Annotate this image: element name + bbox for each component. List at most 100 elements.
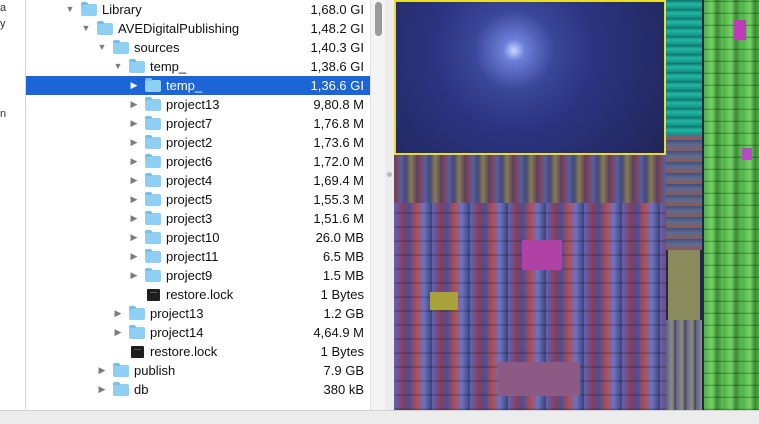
folder-icon (145, 211, 161, 225)
left-text-fragment: n (0, 108, 7, 120)
tree-row-avedigitalpublishing[interactable]: ▼ AVEDigitalPublishing 1,48.2 GI (26, 19, 370, 38)
folder-icon (145, 97, 161, 111)
tree-row-project13-outer[interactable]: ▶ project13 1.2 GB (26, 304, 370, 323)
folder-icon (129, 325, 145, 339)
tree-row-sources[interactable]: ▼ sources 1,40.3 GI (26, 38, 370, 57)
treemap-tile[interactable] (522, 240, 562, 270)
tree-row-restore-lock[interactable]: restore.lock 1 Bytes (26, 285, 370, 304)
disclosure-collapsed-icon[interactable]: ▶ (129, 247, 139, 266)
tree-scrollbar[interactable] (370, 0, 385, 410)
tree-row-project2[interactable]: ▶ project2 1,73.6 M (26, 133, 370, 152)
tree-row-project11[interactable]: ▶ project11 6.5 MB (26, 247, 370, 266)
tree-row-restore-lock-outer[interactable]: restore.lock 1 Bytes (26, 342, 370, 361)
disclosure-collapsed-icon[interactable]: ▶ (129, 152, 139, 171)
disclosure-collapsed-icon[interactable]: ▶ (129, 266, 139, 285)
row-size: 1,48.2 GI (310, 21, 364, 36)
treemap-tile[interactable] (394, 155, 666, 203)
row-name: project7 (166, 116, 213, 131)
left-panel-edge: a y n (0, 0, 26, 410)
tree-row-db[interactable]: ▶ db 380 kB (26, 380, 370, 399)
row-name: project4 (166, 173, 213, 188)
tree-row-temp[interactable]: ▼ temp_ 1,38.6 GI (26, 57, 370, 76)
treemap-selected-tile[interactable] (394, 0, 666, 155)
row-name: project13 (150, 306, 204, 321)
folder-icon (145, 230, 161, 244)
tree-row-project6[interactable]: ▶ project6 1,72.0 M (26, 152, 370, 171)
folder-icon (145, 249, 161, 263)
divider-handle-icon[interactable] (387, 172, 392, 177)
disclosure-collapsed-icon[interactable]: ▶ (113, 304, 123, 323)
tree-row-project13[interactable]: ▶ project13 9,80.8 M (26, 95, 370, 114)
tree-row-project4[interactable]: ▶ project4 1,69.4 M (26, 171, 370, 190)
disclosure-collapsed-icon[interactable]: ▶ (113, 323, 123, 342)
disclosure-expanded-icon[interactable]: ▼ (65, 0, 75, 19)
disclosure-collapsed-icon[interactable]: ▶ (129, 190, 139, 209)
disclosure-collapsed-icon[interactable]: ▶ (97, 361, 107, 380)
tree-row-library[interactable]: ▼ Library 1,68.0 GI (26, 0, 370, 19)
tree-row-project3[interactable]: ▶ project3 1,51.6 M (26, 209, 370, 228)
folder-icon (129, 306, 145, 320)
treemap-tile[interactable] (666, 0, 702, 135)
split-view-divider[interactable] (385, 0, 394, 410)
tree-row-publish[interactable]: ▶ publish 7.9 GB (26, 361, 370, 380)
disclosure-collapsed-icon[interactable]: ▶ (129, 95, 139, 114)
folder-icon (145, 173, 161, 187)
disclosure-collapsed-icon[interactable]: ▶ (129, 133, 139, 152)
folder-icon (113, 363, 129, 377)
tree-row-project5[interactable]: ▶ project5 1,55.3 M (26, 190, 370, 209)
treemap-view[interactable] (394, 0, 759, 410)
row-size: 1,38.6 GI (310, 59, 364, 74)
left-text-fragment: a (0, 2, 7, 14)
file-tree[interactable]: ▼ Library 1,68.0 GI ▼ AVEDigitalPublishi… (26, 0, 370, 410)
row-name: project11 (166, 249, 219, 264)
disclosure-expanded-icon[interactable]: ▼ (113, 57, 123, 76)
disclosure-collapsed-icon[interactable]: ▶ (129, 171, 139, 190)
disclosure-collapsed-icon[interactable]: ▶ (129, 114, 139, 133)
treemap-tile[interactable] (666, 135, 702, 250)
treemap-tile[interactable] (668, 250, 700, 320)
row-size: 26.0 MB (315, 230, 364, 245)
tree-row-project14[interactable]: ▶ project14 4,64.9 M (26, 323, 370, 342)
row-size: 1,68.0 GI (310, 2, 364, 17)
row-name: project9 (166, 268, 213, 283)
row-name: Library (102, 2, 142, 17)
row-name: project6 (166, 154, 213, 169)
row-size: 1 Bytes (320, 287, 364, 302)
disclosure-collapsed-icon[interactable]: ▶ (129, 228, 139, 247)
treemap-tile[interactable] (742, 148, 752, 160)
row-size: 380 kB (323, 382, 364, 397)
tree-row-project9[interactable]: ▶ project9 1.5 MB (26, 266, 370, 285)
treemap-tile[interactable] (704, 0, 759, 410)
treemap-tile[interactable] (498, 362, 580, 396)
row-name: project3 (166, 211, 213, 226)
disclosure-collapsed-icon[interactable]: ▶ (129, 209, 139, 228)
disclosure-collapsed-icon[interactable]: ▶ (129, 76, 139, 95)
row-size: 1,51.6 M (313, 211, 364, 226)
folder-icon (145, 192, 161, 206)
disclosure-collapsed-icon[interactable]: ▶ (97, 380, 107, 399)
row-name: db (134, 382, 149, 397)
row-size: 1,72.0 M (313, 154, 364, 169)
scrollbar-thumb[interactable] (375, 2, 382, 36)
row-size: 1,40.3 GI (310, 40, 364, 55)
folder-icon (81, 2, 97, 16)
treemap-tile[interactable] (734, 20, 746, 40)
disclosure-expanded-icon[interactable]: ▼ (81, 19, 91, 38)
treemap-tile[interactable] (430, 292, 458, 310)
treemap-tile[interactable] (666, 320, 702, 410)
row-name: project5 (166, 192, 213, 207)
disclosure-expanded-icon[interactable]: ▼ (97, 38, 107, 57)
tree-row-project7[interactable]: ▶ project7 1,76.8 M (26, 114, 370, 133)
file-icon (147, 289, 160, 301)
folder-icon (145, 154, 161, 168)
row-name: project13 (166, 97, 220, 112)
window-bottom-bar (0, 410, 759, 424)
tree-row-project10[interactable]: ▶ project10 26.0 MB (26, 228, 370, 247)
row-size: 1,55.3 M (313, 192, 364, 207)
row-size: 9,80.8 M (313, 97, 364, 112)
row-name: AVEDigitalPublishing (118, 21, 240, 36)
row-name: restore.lock (150, 344, 218, 359)
row-name: project2 (166, 135, 213, 150)
folder-icon (97, 21, 113, 35)
tree-row-temp-selected[interactable]: ▶ temp_ 1,36.6 GI (26, 76, 370, 95)
